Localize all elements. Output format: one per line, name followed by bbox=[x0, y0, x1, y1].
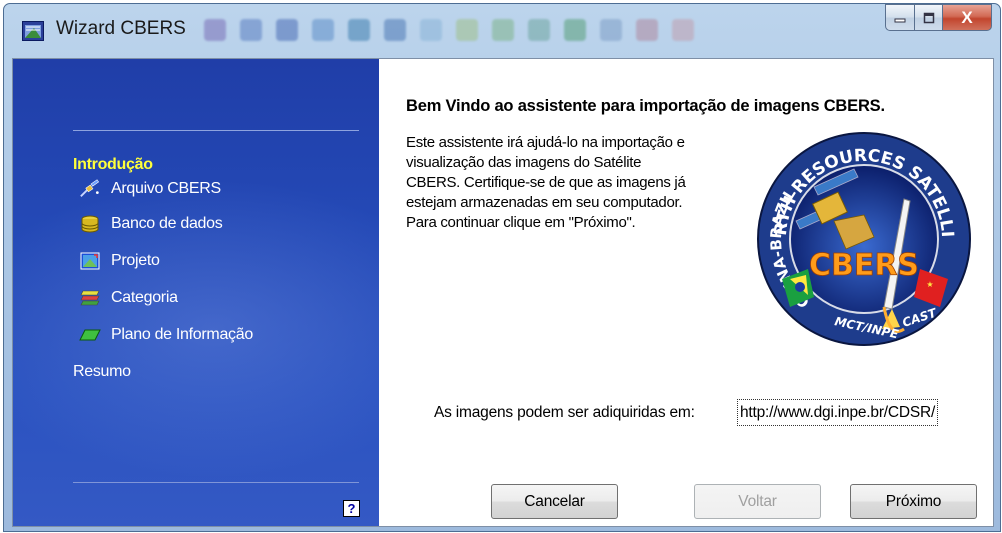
close-button[interactable]: X bbox=[943, 4, 992, 31]
sidebar-item-label: Arquivo CBERS bbox=[111, 180, 221, 197]
svg-text:★: ★ bbox=[926, 280, 933, 289]
window-controls: X bbox=[885, 4, 992, 31]
help-button[interactable]: ? bbox=[343, 500, 360, 517]
download-link[interactable]: http://www.dgi.inpe.br/CDSR/ bbox=[737, 399, 939, 426]
database-icon bbox=[79, 214, 101, 234]
sidebar-top-divider bbox=[73, 130, 359, 131]
window-title: Wizard CBERS bbox=[56, 18, 186, 39]
wizard-content: Bem Vindo ao assistente para importação … bbox=[379, 59, 993, 526]
description-line: CBERS. Certifique-se de que as imagens j… bbox=[406, 174, 686, 191]
app-icon bbox=[22, 21, 44, 41]
back-button[interactable]: Voltar bbox=[694, 484, 821, 519]
help-icon: ? bbox=[347, 501, 356, 516]
sidebar-item-label: Introdução bbox=[73, 156, 153, 173]
description-line: Este assistente irá ajudá-lo na importaç… bbox=[406, 134, 685, 151]
information-plane-icon bbox=[79, 325, 101, 345]
close-icon: X bbox=[961, 7, 973, 27]
cancel-button[interactable]: Cancelar bbox=[491, 484, 618, 519]
project-icon bbox=[79, 251, 101, 271]
title-bar-background-art bbox=[204, 12, 844, 48]
maximize-button[interactable] bbox=[914, 4, 943, 31]
minimize-button[interactable] bbox=[885, 4, 914, 31]
sidebar-item-plano-de-informacao[interactable]: Plano de Informação bbox=[79, 320, 253, 350]
satellite-icon bbox=[79, 179, 101, 199]
logo-center-text: CBERS bbox=[809, 248, 919, 283]
welcome-heading: Bem Vindo ao assistente para importação … bbox=[406, 97, 885, 115]
welcome-description: Este assistente irá ajudá-lo na importaç… bbox=[406, 133, 766, 233]
sidebar-item-introducao[interactable]: Introdução bbox=[73, 156, 153, 174]
sidebar-item-projeto[interactable]: Projeto bbox=[79, 246, 160, 276]
download-label: As imagens podem ser adiquiridas em: bbox=[434, 404, 695, 421]
cbers-logo: EARTH RESOURCES SATELLITE CHINA-BRAZIL C… bbox=[754, 129, 971, 346]
sidebar-item-label: Categoria bbox=[111, 289, 178, 306]
category-icon bbox=[79, 288, 101, 308]
maximize-icon bbox=[923, 12, 934, 23]
description-line: Para continuar clique em "Próximo". bbox=[406, 214, 636, 231]
minimize-icon bbox=[894, 18, 906, 22]
wizard-sidebar: Introdução Arquivo CBERS Banco de dados … bbox=[13, 59, 379, 526]
sidebar-bottom-divider bbox=[73, 482, 359, 483]
next-button[interactable]: Próximo bbox=[850, 484, 977, 519]
sidebar-item-banco-de-dados[interactable]: Banco de dados bbox=[79, 209, 223, 239]
title-bar[interactable]: Wizard CBERS X bbox=[4, 4, 1000, 58]
sidebar-item-label: Projeto bbox=[111, 252, 160, 269]
sidebar-item-label: Plano de Informação bbox=[111, 326, 253, 343]
sidebar-item-arquivo-cbers[interactable]: Arquivo CBERS bbox=[79, 174, 221, 204]
sidebar-item-label: Resumo bbox=[73, 363, 131, 380]
sidebar-item-categoria[interactable]: Categoria bbox=[79, 283, 178, 313]
description-line: visualização das imagens do Satélite bbox=[406, 154, 642, 171]
sidebar-item-label: Banco de dados bbox=[111, 215, 223, 232]
sidebar-item-resumo[interactable]: Resumo bbox=[73, 363, 131, 381]
wizard-window: Wizard CBERS X Introdução Arquivo CBERS … bbox=[3, 3, 1001, 532]
wizard-client-area: Introdução Arquivo CBERS Banco de dados … bbox=[12, 58, 994, 527]
description-line: estejam armazenadas em seu computador. bbox=[406, 194, 683, 211]
